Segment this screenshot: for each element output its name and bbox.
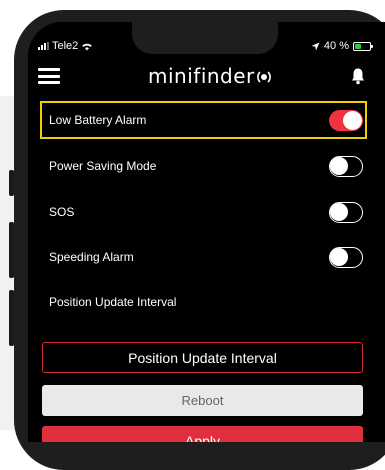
bell-icon[interactable] (350, 67, 366, 85)
speeding-alarm-toggle[interactable] (329, 246, 363, 268)
app-header: minifinder (28, 62, 385, 92)
carrier-name: Tele2 (52, 40, 79, 52)
position-update-label: Position Update Interval (49, 295, 177, 309)
setting-label: Speeding Alarm (49, 250, 134, 264)
setting-label: Power Saving Mode (49, 159, 157, 173)
setting-row-low-battery-alarm: Low Battery Alarm (28, 98, 385, 142)
wifi-icon (82, 43, 93, 50)
location-arrow-icon (311, 41, 320, 51)
logo-signal-icon (257, 71, 271, 83)
battery-percent: 40 % (323, 40, 349, 52)
status-bar-right: 40 % (311, 40, 373, 52)
setting-row-sos: SOS (28, 190, 385, 234)
battery-icon (353, 41, 373, 51)
position-update-interval-button[interactable]: Position Update Interval (42, 342, 363, 373)
menu-icon[interactable] (38, 68, 60, 84)
low-battery-alarm-toggle[interactable] (329, 109, 363, 131)
setting-row-speeding-alarm: Speeding Alarm (28, 235, 385, 279)
app-logo: minifinder (148, 64, 255, 88)
sos-toggle[interactable] (329, 201, 363, 223)
phone-screen: Tele2 40 % minifinder Low Battery Alarm … (28, 22, 385, 442)
reboot-button[interactable]: Reboot (42, 385, 363, 416)
power-saving-mode-toggle[interactable] (329, 155, 363, 177)
status-bar-left: Tele2 (38, 40, 93, 52)
setting-label: SOS (49, 205, 75, 219)
position-update-section: Position Update Interval (28, 280, 385, 324)
apply-button[interactable]: Apply (42, 426, 363, 442)
phone-notch (132, 22, 278, 54)
signal-icon (38, 42, 49, 50)
setting-row-power-saving-mode: Power Saving Mode (28, 144, 385, 188)
setting-label: Low Battery Alarm (49, 113, 147, 127)
